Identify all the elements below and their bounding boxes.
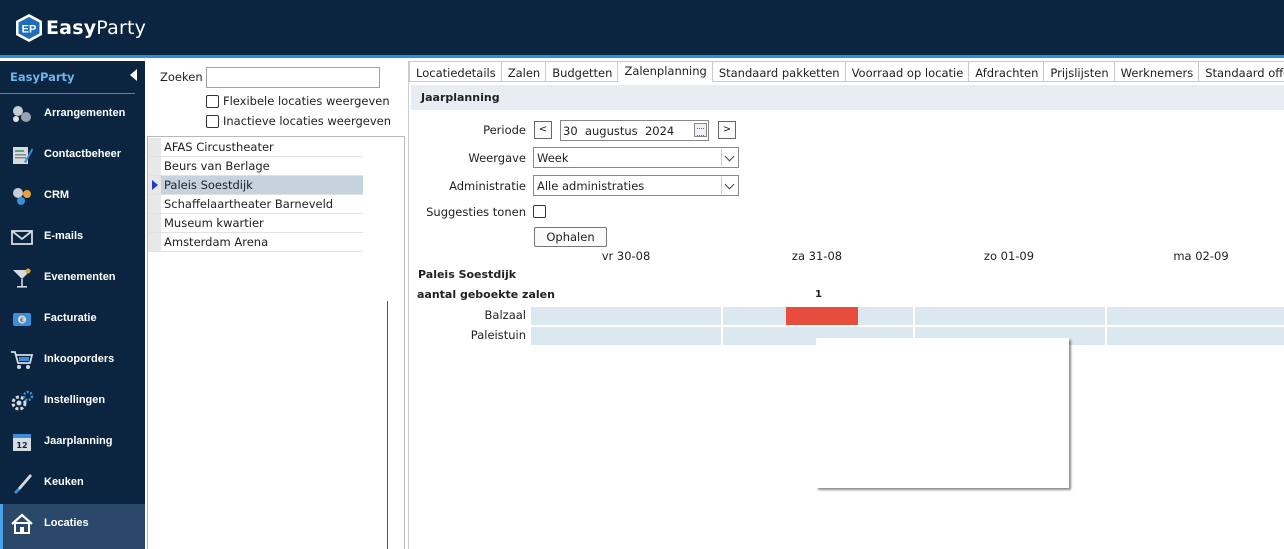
search-label: Zoeken [160,70,203,84]
brand-name: EasyParty [46,17,147,39]
flexible-locations-checkbox[interactable] [206,94,219,108]
planning-cell[interactable] [1107,327,1284,345]
tab-zalen[interactable]: Zalen [501,61,547,82]
sidebar-item-instellingen[interactable]: Instellingen [0,381,145,422]
administratie-label: Administratie [449,179,526,193]
planning-cell[interactable] [1107,307,1284,325]
sidebar-item-crm[interactable]: CRM [0,176,145,217]
top-bar: EP EasyParty [0,0,1284,58]
sidebar-item-arrangementen[interactable]: Arrangementen [0,94,145,135]
tab-werknemers[interactable]: Werknemers [1114,61,1200,82]
easyparty-logo-icon: EP [16,14,42,42]
day-header: vr 30-08 [601,249,651,263]
sidebar-item-inkooporders[interactable]: Inkooporders [0,340,145,381]
svg-text:€: € [20,317,24,324]
popup-panel [816,338,1069,488]
sidebar-item-keuken[interactable]: Keuken [0,463,145,504]
booked-rooms-count: 1 [815,289,822,300]
day-header: zo 01-09 [983,249,1035,263]
home-icon [11,513,33,534]
planning-cell[interactable] [915,307,1105,325]
svg-text:12: 12 [16,441,27,450]
svg-text:EP: EP [22,24,37,36]
tab-budgetten[interactable]: Budgetten [546,61,619,82]
search-input[interactable] [206,67,380,88]
tab-zalenplanning[interactable]: Zalenplanning [618,61,713,82]
list-item[interactable]: AFAS Circustheater [148,138,363,157]
tab-standaard-offertete[interactable]: Standaard offertete [1199,61,1284,82]
room-label-paleistuin: Paleistuin [470,328,526,342]
tab-voorraad-op-locatie[interactable]: Voorraad op locatie [845,61,970,82]
sidebar-item-e-mails[interactable]: E-mails [0,217,145,258]
periode-label: Periode [483,123,526,137]
cocktail-icon [13,268,31,288]
day-header: za 31-08 [791,249,843,263]
suggesties-label: Suggesties tonen [426,205,526,219]
booking-block[interactable] [786,307,858,325]
sidebar-item-locaties[interactable]: Locaties [0,504,145,549]
next-period-button[interactable]: > [718,121,736,139]
sidebar-heading: EasyParty [10,70,75,84]
tab-locatiedetails[interactable]: Locatiedetails [409,61,502,82]
section-title: Jaarplanning [421,91,500,104]
section-header: Jaarplanning [411,85,1284,110]
planning-location-title: Paleis Soestdijk [418,268,517,281]
location-list: AFAS Circustheater Beurs van Berlage Pal… [148,138,363,252]
room-label-balzaal: Balzaal [484,308,526,322]
contacts-icon [13,147,33,164]
list-item[interactable]: Amsterdam Arena [148,233,363,252]
planning-cell[interactable] [531,307,721,325]
chevron-down-icon[interactable] [721,177,737,194]
chevron-down-icon[interactable] [721,149,737,166]
tab-standaard-pakketten[interactable]: Standaard pakketten [712,61,846,82]
tab-bar: Locatiedetails Zalen Budgetten Zalenplan… [409,61,1284,82]
sidebar-item-jaarplanning[interactable]: 12 Jaarplanning [0,422,145,463]
list-item[interactable]: Schaffelaartheater Barneveld [148,195,363,214]
previous-period-button[interactable]: < [534,121,552,139]
flexible-locations-checkbox-row[interactable]: Flexibele locaties weergeven [206,94,390,108]
invoice-icon: € [13,313,31,326]
sidebar-item-facturatie[interactable]: € Facturatie [0,299,145,340]
knife-icon [14,474,32,494]
collapse-sidebar-icon[interactable] [130,69,137,81]
booked-rooms-label: aantal geboekte zalen [417,288,555,301]
list-item[interactable]: Museum kwartier [148,214,363,233]
date-field[interactable]: 30 augustus 2024 [560,120,709,141]
current-row-indicator-icon [152,180,158,190]
list-item[interactable]: Beurs van Berlage [148,157,363,176]
inactive-locations-checkbox[interactable] [206,114,219,128]
main-content: Locatiedetails Zalen Budgetten Zalenplan… [408,61,1284,549]
splitter[interactable] [387,301,388,549]
location-panel: Zoeken Flexibele locaties weergeven Inac… [145,61,405,549]
tab-prijslijsten[interactable]: Prijslijsten [1044,61,1115,82]
crm-icon [13,188,31,205]
arrangements-icon [13,106,31,122]
cart-icon [11,351,34,369]
sidebar: EasyParty Arrangementen Contactbeheer CR… [0,61,145,549]
sidebar-item-evenementen[interactable]: Evenementen [0,258,145,299]
ophalen-button[interactable]: Ophalen [534,227,607,247]
mail-icon [11,230,33,245]
day-header: ma 02-09 [1173,249,1229,263]
weergave-label: Weergave [468,151,526,165]
administratie-select[interactable]: Alle administraties [533,175,739,196]
tab-afdrachten[interactable]: Afdrachten [969,61,1045,82]
list-item-selected[interactable]: Paleis Soestdijk [148,176,363,195]
inactive-locations-checkbox-row[interactable]: Inactieve locaties weergeven [206,114,391,128]
weergave-select[interactable]: Week [533,147,739,168]
gear-icon [11,390,34,411]
calendar-icon: 12 [13,434,31,451]
sidebar-header: EasyParty [0,61,137,94]
calendar-picker-icon[interactable] [694,123,707,137]
planning-cell[interactable] [531,327,721,345]
sidebar-item-contactbeheer[interactable]: Contactbeheer [0,135,145,176]
suggesties-checkbox[interactable] [533,205,546,218]
